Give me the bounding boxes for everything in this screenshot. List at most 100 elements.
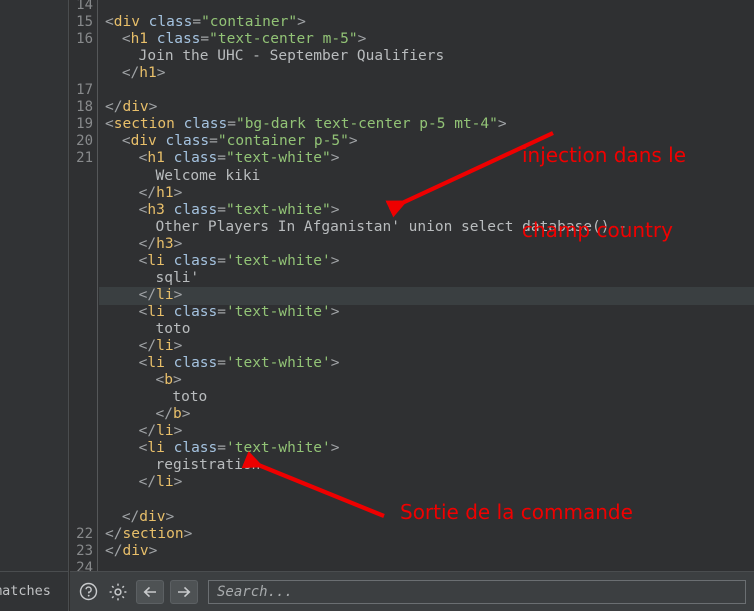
code-token-punc <box>165 202 174 218</box>
code-token-punc: </ <box>121 508 140 525</box>
code-line[interactable]: </section> <box>99 526 192 543</box>
code-token-tag: div <box>130 133 157 150</box>
question-circle-icon[interactable] <box>76 580 100 604</box>
annotation-injection-line-1: injection dans le <box>522 143 687 167</box>
code-line[interactable]: </h1> <box>99 65 166 82</box>
code-token-punc: > <box>172 372 182 389</box>
code-token-punc: = <box>227 116 236 133</box>
line-number: 14 <box>76 0 93 13</box>
code-token-punc: < <box>121 133 131 150</box>
code-token-tag: b <box>164 372 173 389</box>
line-number: 24 <box>76 559 93 571</box>
code-token-tag: li <box>147 355 165 372</box>
code-token-text: registration <box>155 457 261 474</box>
gear-icon[interactable] <box>106 580 130 604</box>
code-token-punc: > <box>173 423 183 440</box>
code-line[interactable] <box>99 491 105 508</box>
code-line[interactable]: toto <box>99 321 191 338</box>
code-token-tag: b <box>172 406 182 423</box>
code-line[interactable]: <div class="container p-5"> <box>99 133 358 150</box>
line-number: 23 <box>76 542 93 559</box>
code-line[interactable]: toto <box>99 389 207 406</box>
code-token-punc: </ <box>138 423 157 440</box>
code-token-punc: = <box>217 150 226 167</box>
code-token-punc: > <box>330 440 340 457</box>
code-token-tag: h3 <box>147 201 165 218</box>
code-line[interactable]: <h1 class="text-center m-5"> <box>99 31 366 48</box>
code-line[interactable]: <li class='text-white'> <box>99 304 340 321</box>
code-line[interactable]: </li> <box>99 287 183 304</box>
code-line[interactable]: </h1> <box>99 184 183 202</box>
code-token-tag: li <box>147 440 165 457</box>
code-token-punc: </ <box>138 338 157 354</box>
code-line[interactable]: <div class="container"> <box>99 14 306 31</box>
code-line[interactable]: <h1 class="text-white"> <box>99 150 340 167</box>
code-line[interactable]: </li> <box>99 423 183 440</box>
code-token-attr: class <box>173 440 218 457</box>
code-token-text: sqli' <box>155 269 200 286</box>
code-token-punc: < <box>155 372 165 389</box>
arrow-left-icon[interactable] <box>136 579 164 604</box>
code-token-punc: > <box>173 338 183 354</box>
code-line[interactable]: </div> <box>99 543 157 560</box>
annotation-injection-line-2: champ country <box>522 218 673 242</box>
code-token-tag: li <box>156 338 174 354</box>
code-token-punc: > <box>173 474 183 491</box>
code-token-tag: li <box>147 303 165 320</box>
line-number: 22 <box>76 525 93 542</box>
code-line[interactable]: </b> <box>99 406 191 423</box>
code-token-punc <box>157 133 166 149</box>
code-token-punc: = <box>217 355 226 372</box>
code-token-punc: = <box>192 14 202 31</box>
code-token-attr: class <box>173 150 218 167</box>
code-token-punc: > <box>330 355 340 372</box>
code-token-punc: </ <box>155 406 173 423</box>
code-token-punc: = <box>200 31 210 48</box>
code-line[interactable]: registration <box>99 457 261 474</box>
code-line[interactable]: Join the UHC - September Qualifiers <box>99 48 445 65</box>
code-line[interactable]: </div> <box>99 509 174 526</box>
code-line[interactable]: </h3> <box>99 235 183 253</box>
code-line[interactable]: <li class='text-white'> <box>99 440 340 457</box>
code-token-tag: li <box>156 474 174 491</box>
code-token-str: "text-white" <box>226 201 331 218</box>
code-line[interactable]: </div> <box>99 99 157 116</box>
code-token-str: 'text-white' <box>226 252 331 269</box>
code-line[interactable]: </li> <box>99 474 183 491</box>
code-token-punc: = <box>217 303 226 320</box>
code-line[interactable]: <b> <box>99 372 182 389</box>
code-token-punc <box>165 304 174 320</box>
code-token-tag: h1 <box>130 31 149 48</box>
code-line[interactable] <box>99 82 105 99</box>
code-line[interactable]: <li class='text-white'> <box>99 253 340 270</box>
code-line[interactable]: <section class="bg-dark text-center p-5 … <box>99 116 507 133</box>
code-token-tag: li <box>147 252 165 269</box>
code-token-attr: class <box>173 303 218 320</box>
code-token-tag: section <box>122 525 184 542</box>
code-line[interactable]: Welcome kiki <box>99 167 261 185</box>
code-line[interactable]: <h3 class="text-white"> <box>99 202 340 219</box>
code-token-punc <box>165 253 174 269</box>
code-token-punc <box>148 31 157 47</box>
code-token-punc: </ <box>105 525 123 542</box>
code-line[interactable] <box>99 560 105 571</box>
code-token-punc <box>165 440 174 456</box>
code-line[interactable] <box>99 0 105 14</box>
line-number: 16 <box>76 31 93 48</box>
line-number: 20 <box>76 133 93 150</box>
code-token-punc: > <box>173 184 183 201</box>
code-line[interactable]: <li class='text-white'> <box>99 355 340 372</box>
code-token-str: 'text-white' <box>226 440 331 457</box>
search-placeholder-text: Search... <box>217 583 293 600</box>
code-token-text: Welcome kiki <box>155 167 261 184</box>
arrow-right-icon[interactable] <box>170 579 198 604</box>
code-token-punc: > <box>297 14 306 31</box>
code-line[interactable]: sqli' <box>99 269 200 287</box>
code-token-punc: > <box>173 235 183 252</box>
code-line[interactable]: </li> <box>99 338 183 355</box>
code-token-punc: = <box>217 440 226 457</box>
code-token-punc: > <box>148 542 158 559</box>
search-input[interactable]: Search... <box>208 579 746 604</box>
code-token-punc: < <box>121 31 131 48</box>
line-number: 18 <box>76 99 93 116</box>
